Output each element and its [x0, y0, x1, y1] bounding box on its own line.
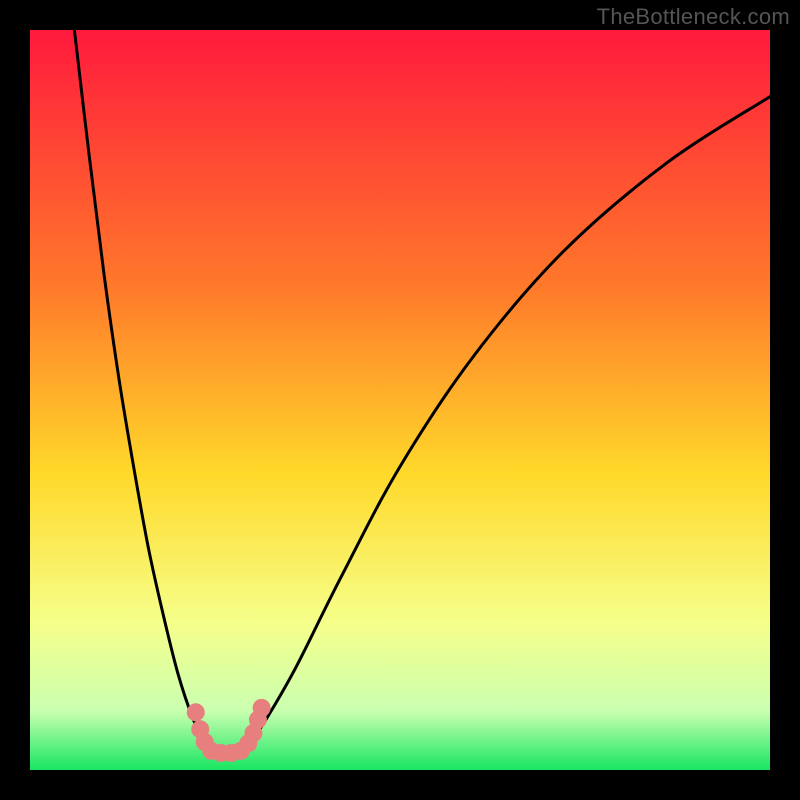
watermark-text: TheBottleneck.com: [597, 4, 790, 30]
data-marker: [253, 699, 271, 717]
chart-frame: TheBottleneck.com: [0, 0, 800, 800]
plot-area: [30, 30, 770, 770]
chart-background: [30, 30, 770, 770]
chart-svg: [30, 30, 770, 770]
data-marker: [187, 703, 205, 721]
